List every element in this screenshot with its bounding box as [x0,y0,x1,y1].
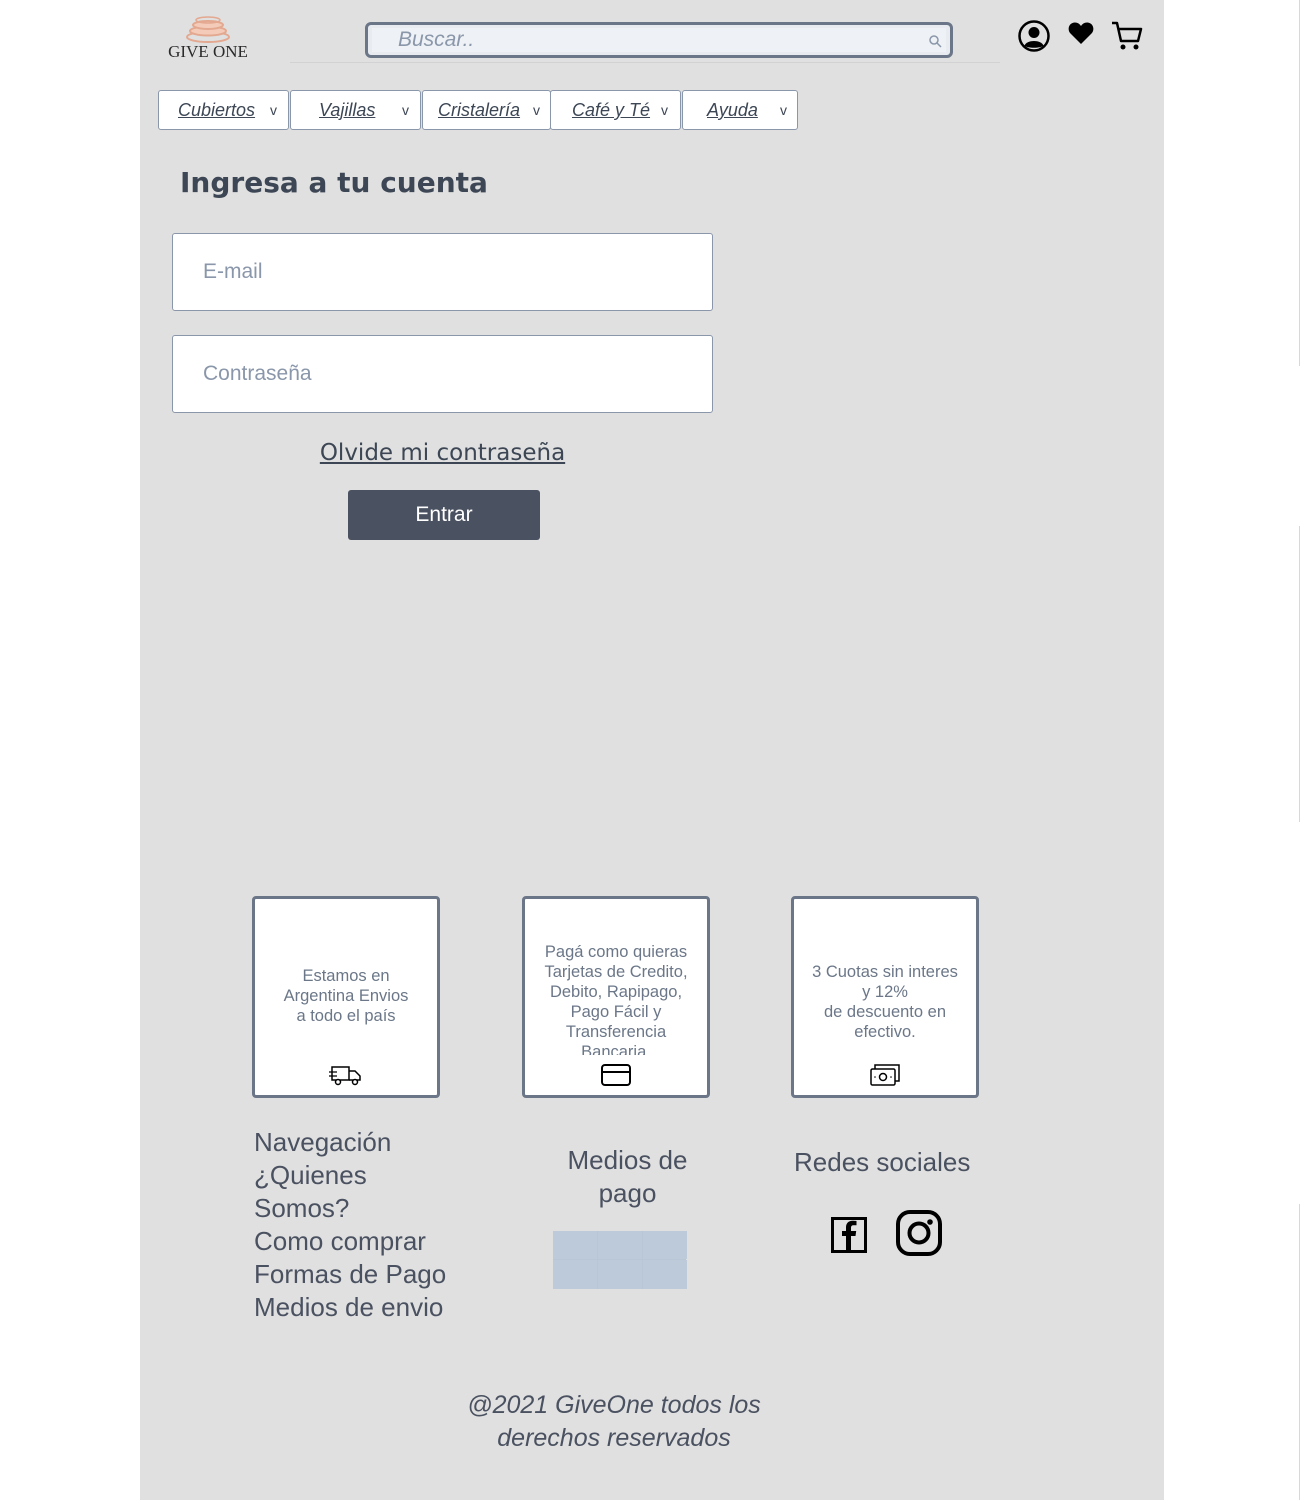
chevron-down-icon: v [780,102,787,118]
login-button[interactable]: Entrar [348,490,540,540]
footer-link-quienes-somos[interactable]: ¿Quienes Somos? [254,1159,464,1225]
page-scrollbar-track[interactable] [1299,0,1304,366]
brand-logo[interactable]: GIVE ONE [167,16,249,64]
payment-methods-image [553,1231,687,1289]
payment-method-tile [643,1260,687,1289]
cart-icon[interactable] [1111,20,1143,52]
search-input[interactable] [372,28,946,52]
nav-item-cubiertos[interactable]: Cubiertos v [158,90,289,130]
info-card-text: Pagá como quieras Tarjetas de Credito, D… [544,943,688,1055]
search-icon[interactable] [928,34,942,48]
instagram-icon[interactable] [895,1209,943,1257]
nav-item-label: Vajillas [319,100,376,120]
forgot-password-link[interactable]: Olvide mi contraseña [140,440,745,466]
nav-item-label: Café y Té [572,100,651,120]
chevron-down-icon: v [402,102,409,118]
footer-nav-title[interactable]: Navegación [254,1126,464,1159]
plates-icon [186,16,230,43]
info-card-payment: Pagá como quieras Tarjetas de Credito, D… [522,896,710,1098]
header-divider [290,62,1000,63]
payment-method-tile [643,1231,687,1259]
nav-item-label: Cubiertos [178,100,256,120]
heart-icon[interactable] [1068,21,1094,45]
info-card-text: Estamos en Argentina Envios a todo el pa… [283,967,409,1025]
footer-link-medios-de-envio[interactable]: Medios de envio [254,1291,464,1324]
payment-method-tile [553,1260,597,1289]
page: GIVE ONE Cubiertos v Vajillas v Cristale… [140,0,1164,1500]
facebook-icon[interactable] [831,1217,867,1253]
nav-item-cafe-y-te[interactable]: Café y Té v [550,90,681,130]
footer-link-como-comprar[interactable]: Como comprar [254,1225,464,1258]
page-scrollbar-track[interactable] [1299,1204,1304,1500]
cash-icon [870,1064,900,1086]
info-card-installments: 3 Cuotas sin interes y 12% de descuento … [791,896,979,1098]
chevron-down-icon: v [533,102,540,118]
social-title: Redes sociales [794,1147,971,1177]
page-scrollbar-track[interactable] [1299,526,1304,822]
payment-methods-title: Medios de pago [567,1145,688,1208]
logo-text: GIVE ONE [168,42,248,61]
search-bar [365,22,953,58]
chevron-down-icon: v [270,102,277,118]
copyright-text: @2021 GiveOne todos los derechos reserva… [467,1391,761,1452]
nav-item-ayuda[interactable]: Ayuda v [682,90,798,130]
info-card-text: 3 Cuotas sin interes y 12% de descuento … [812,963,958,1041]
page-title: Ingresa a tu cuenta [180,166,488,199]
nav-item-label: Cristalería [438,100,521,120]
footer-link-formas-de-pago[interactable]: Formas de Pago [254,1258,464,1291]
nav-item-vajillas[interactable]: Vajillas v [290,90,421,130]
footer-navigation: Navegación ¿Quienes Somos? Como comprar … [254,1126,464,1324]
info-card-shipping: Estamos en Argentina Envios a todo el pa… [252,896,440,1098]
email-field[interactable] [172,233,713,311]
payment-method-tile [598,1260,642,1289]
payment-method-tile [553,1231,597,1259]
user-icon[interactable] [1018,20,1050,52]
credit-card-icon [601,1064,631,1086]
password-field[interactable] [172,335,713,413]
truck-icon [329,1066,361,1086]
chevron-down-icon: v [661,102,668,118]
nav-item-label: Ayuda [707,100,758,120]
nav-item-cristaleria[interactable]: Cristalería v [422,90,551,130]
payment-method-tile [598,1231,642,1259]
